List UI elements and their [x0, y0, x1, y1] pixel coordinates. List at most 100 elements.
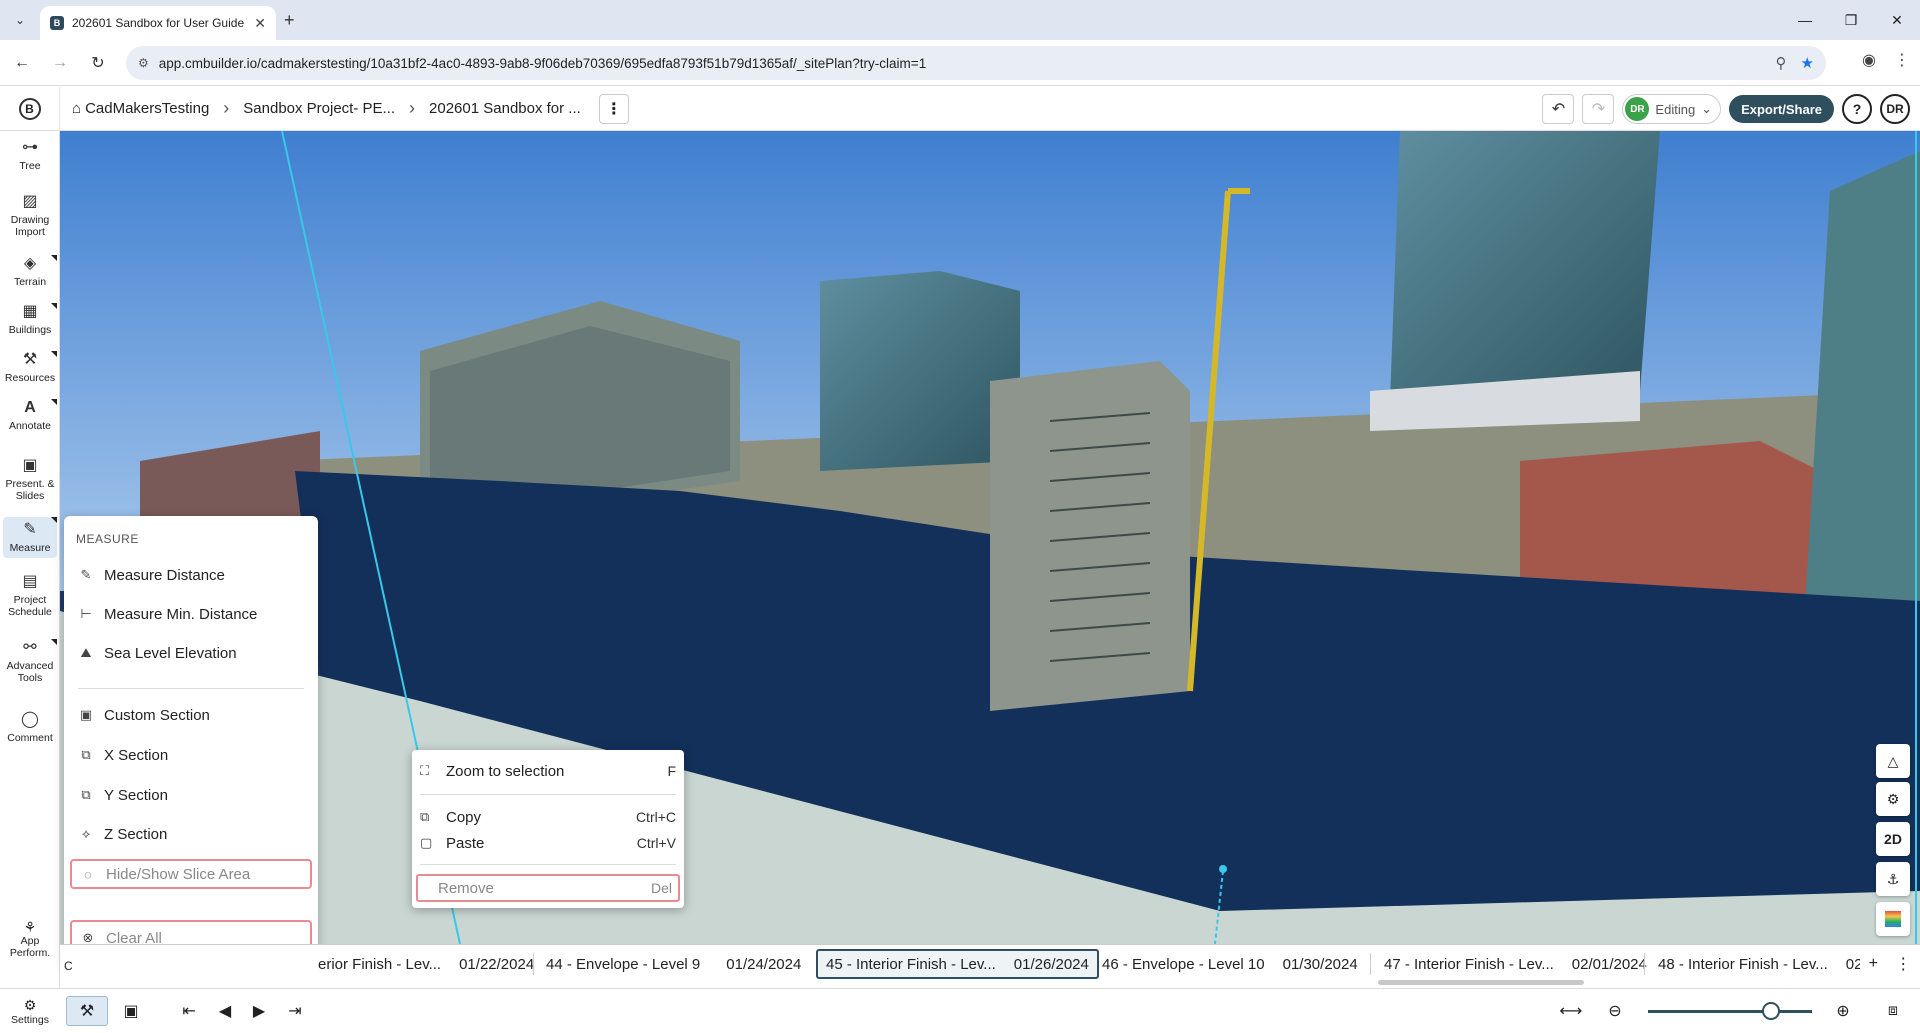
- paste-item[interactable]: ▢ Paste Ctrl+V: [420, 830, 676, 856]
- slides-view-button[interactable]: ▣: [110, 996, 152, 1026]
- y-section-icon: ⧉: [81, 787, 91, 802]
- minimize-window-icon[interactable]: —: [1782, 0, 1828, 40]
- tool-annotate[interactable]: A Annotate: [3, 399, 57, 432]
- fit-timeline-button[interactable]: ⟷: [1550, 996, 1592, 1026]
- close-tab-icon[interactable]: ✕: [254, 15, 266, 32]
- y-section-item[interactable]: ⧉ Y Section: [78, 780, 304, 810]
- skip-end-button[interactable]: ⇥: [274, 996, 316, 1026]
- add-task-icon[interactable]: +: [1869, 955, 1878, 973]
- forward-icon[interactable]: →: [44, 47, 76, 79]
- timeline-task[interactable]: 46 - Envelope - Level 10 01/30/2024: [1094, 949, 1366, 979]
- timeline-task[interactable]: 48 - Interior Finish - Lev...02: [1650, 949, 1860, 979]
- measure-distance-item[interactable]: ✎ Measure Distance: [78, 560, 304, 590]
- tool-tree[interactable]: ⊶ Tree: [3, 139, 57, 172]
- slice-visibility-icon: ◌: [84, 866, 92, 882]
- timeline-scrollbar[interactable]: [1378, 980, 1584, 985]
- custom-section-item[interactable]: ▣ Custom Section: [78, 700, 304, 730]
- tool-app-performance[interactable]: ⚘ App Perform.: [0, 919, 60, 979]
- undo-button[interactable]: ↶: [1542, 94, 1575, 124]
- help-button[interactable]: ?: [1842, 94, 1872, 124]
- zoom-out-button[interactable]: ⊖: [1594, 996, 1636, 1026]
- new-tab-icon[interactable]: +: [284, 10, 295, 31]
- profile-icon[interactable]: ◉: [1862, 50, 1876, 70]
- timeline-zoom-slider[interactable]: [1648, 1010, 1812, 1013]
- user-avatar[interactable]: DR: [1880, 94, 1910, 124]
- mode-label: Editing: [1655, 101, 1696, 117]
- copy-item[interactable]: ⧉ Copy Ctrl+C: [420, 804, 676, 830]
- more-options-icon[interactable]: ⋮: [598, 93, 629, 124]
- sea-level-elevation-item[interactable]: ⛰ Sea Level Elevation: [78, 638, 304, 668]
- menu-divider: [420, 794, 676, 795]
- timeline-task[interactable]: erior Finish - Lev... 01/22/2024: [310, 949, 542, 979]
- export-share-button[interactable]: Export/Share: [1729, 95, 1834, 123]
- breadcrumb-project[interactable]: Sandbox Project- PE...: [243, 100, 395, 117]
- user-badge: DR: [1625, 97, 1650, 121]
- view-2d-button[interactable]: 2D: [1876, 822, 1910, 856]
- elevation-icon: ⛰: [80, 645, 92, 660]
- home-icon[interactable]: ⌂: [72, 100, 81, 117]
- back-icon[interactable]: ←: [6, 47, 38, 79]
- breadcrumb-site-plan[interactable]: 202601 Sandbox for ...: [429, 100, 581, 117]
- panel-toggle-button[interactable]: ⧈: [1872, 996, 1914, 1026]
- timeline-more-icon[interactable]: ⋮: [1895, 954, 1911, 974]
- timeline-task-selected[interactable]: 45 - Interior Finish - Lev... 01/26/2024: [816, 949, 1099, 979]
- zoom-in-button[interactable]: ⊕: [1822, 996, 1864, 1026]
- crane-tool-icon[interactable]: ⚓: [1876, 862, 1910, 896]
- tool-advanced-tools[interactable]: ⚯ Advanced Tools: [3, 639, 57, 685]
- scene-render[interactable]: [60, 131, 1920, 944]
- zoom-in-icon: ⊕: [1836, 1003, 1850, 1020]
- presentation-icon: ▣: [22, 457, 38, 474]
- zoom-page-icon[interactable]: ⚲: [1776, 54, 1787, 72]
- crane-icon: ⚒: [79, 1003, 95, 1020]
- comment-icon: ◯: [21, 711, 39, 728]
- site-info-icon[interactable]: ⚙: [138, 56, 149, 70]
- crane-view-button[interactable]: ⚒: [66, 996, 108, 1026]
- reload-icon[interactable]: ↻: [82, 47, 114, 79]
- hide-show-slice-area-item[interactable]: ◌ Hide/Show Slice Area: [70, 859, 312, 889]
- x-section-item[interactable]: ⧉ X Section: [78, 740, 304, 770]
- tool-presentation-slides[interactable]: ▣ Present. & Slides: [3, 457, 57, 503]
- text-annotate-icon: A: [24, 399, 36, 416]
- copy-icon: ⧉: [420, 809, 430, 824]
- tool-measure[interactable]: ✎ Measure: [3, 517, 57, 559]
- tool-terrain[interactable]: ◈ Terrain: [3, 255, 57, 288]
- 3d-viewport[interactable]: [60, 131, 1920, 944]
- z-section-item[interactable]: ⟡ Z Section: [78, 819, 304, 849]
- browser-addressbar: ← → ↻ ⚙ app.cmbuilder.io/cadmakerstestin…: [0, 40, 1920, 86]
- redo-button[interactable]: ↷: [1582, 94, 1615, 124]
- url-text[interactable]: app.cmbuilder.io/cadmakerstesting/10a31b…: [159, 56, 1762, 71]
- tab-search-dropdown-icon[interactable]: ⌄: [8, 8, 32, 32]
- menu-divider: [78, 688, 304, 689]
- close-window-icon[interactable]: ✕: [1874, 0, 1920, 40]
- bookmark-star-icon[interactable]: ★: [1801, 54, 1814, 72]
- zoom-to-selection-item[interactable]: ⛶ Zoom to selection F: [420, 758, 676, 784]
- bottom-bar: ⚙ Settings C ⚒ ▣ ⇤ ◀ ▶ ⇥ ⟷ ⊖ ⊕ ⧈: [0, 959, 1920, 1033]
- custom-section-icon: ▣: [79, 707, 93, 722]
- building-icon: ▦: [22, 303, 38, 320]
- restore-window-icon[interactable]: ❐: [1828, 0, 1874, 40]
- timeline-task[interactable]: 47 - Interior Finish - Lev... 02/01/2024: [1376, 949, 1655, 979]
- tool-comment[interactable]: ◯ Comment: [3, 711, 57, 744]
- logo-icon: B: [18, 97, 41, 120]
- tool-project-schedule[interactable]: ▤ Project Schedule: [3, 573, 57, 619]
- slice-handle[interactable]: [1219, 865, 1227, 873]
- tool-buildings[interactable]: ▦ Buildings: [3, 303, 57, 336]
- breadcrumb-org[interactable]: CadMakersTesting: [85, 100, 209, 117]
- remove-item[interactable]: Remove Del: [416, 874, 680, 902]
- tool-resources[interactable]: ⚒ Resources: [3, 351, 57, 384]
- editing-mode-dropdown[interactable]: DR Editing ⌄: [1622, 94, 1722, 124]
- url-omnibox[interactable]: ⚙ app.cmbuilder.io/cadmakerstesting/10a3…: [126, 46, 1826, 80]
- x-section-icon: ⧉: [81, 747, 91, 762]
- chevron-down-icon: ⌄: [1701, 101, 1713, 116]
- timeline-task[interactable]: 44 - Envelope - Level 9 01/24/2024: [538, 949, 809, 979]
- color-legend-icon[interactable]: [1876, 902, 1910, 936]
- measure-min-distance-item[interactable]: ⊢ Measure Min. Distance: [78, 599, 304, 629]
- timeline-zoom-slider-handle[interactable]: [1762, 1002, 1780, 1020]
- app-logo[interactable]: B: [0, 86, 60, 131]
- north-arrow-icon[interactable]: △: [1876, 744, 1910, 778]
- browser-tab-active[interactable]: B 202601 Sandbox for User Guide ✕: [40, 6, 276, 40]
- browser-menu-icon[interactable]: ⋮: [1894, 50, 1910, 70]
- tool-settings[interactable]: ⚙ Settings: [0, 989, 60, 1033]
- tool-drawing-import[interactable]: ▨ Drawing Import: [3, 193, 57, 239]
- layers-view-icon[interactable]: ⚙: [1876, 782, 1910, 816]
